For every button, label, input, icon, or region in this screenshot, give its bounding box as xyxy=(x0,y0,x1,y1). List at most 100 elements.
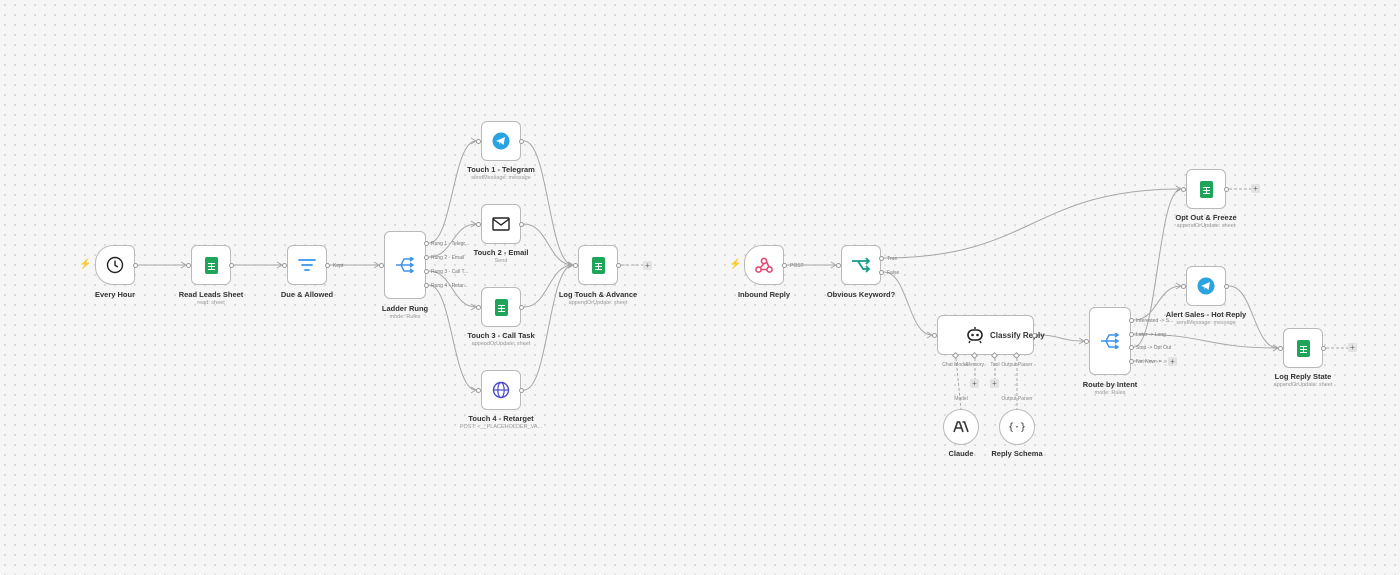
node-label: Route by Intent xyxy=(1082,380,1138,389)
input-port[interactable] xyxy=(476,139,481,144)
output-port[interactable] xyxy=(424,255,429,260)
node-reply-schema[interactable]: {·} xyxy=(999,409,1035,445)
node-ladder-rung[interactable] xyxy=(384,231,426,299)
output-port[interactable] xyxy=(229,263,234,268)
connection-rung-1-to-touch-1[interactable] xyxy=(428,140,477,244)
input-port[interactable] xyxy=(186,263,191,268)
node-subtitle: POST: <__PLACEHOLDER_VA... xyxy=(459,424,543,430)
output-port[interactable] xyxy=(879,256,884,261)
output-port[interactable] xyxy=(1129,345,1134,350)
google-sheets-icon xyxy=(494,298,508,316)
node-route-by-intent[interactable] xyxy=(1089,307,1131,375)
output-port[interactable] xyxy=(424,241,429,246)
output-port[interactable] xyxy=(879,270,884,275)
connection-touch-1-to-log[interactable] xyxy=(523,140,574,266)
output-port[interactable] xyxy=(1321,346,1326,351)
output-port[interactable] xyxy=(424,269,429,274)
telegram-icon xyxy=(1197,277,1215,295)
node-log-touch-advance[interactable] xyxy=(578,245,618,285)
add-node-button[interactable]: + xyxy=(1348,343,1357,352)
node-subtitle: mode: Rules xyxy=(389,314,421,320)
output-label: False xyxy=(887,270,900,276)
add-memory-button[interactable]: + xyxy=(970,379,979,388)
braces-icon: {·} xyxy=(1007,421,1027,433)
add-tool-button[interactable]: + xyxy=(990,379,999,388)
connection-false-to-classify[interactable] xyxy=(883,271,933,336)
node-label: Log Touch & Advance xyxy=(558,290,638,299)
input-port[interactable] xyxy=(476,388,481,393)
output-port[interactable] xyxy=(325,263,330,268)
output-port[interactable] xyxy=(424,283,429,288)
input-port[interactable] xyxy=(476,222,481,227)
output-port[interactable] xyxy=(1129,332,1134,337)
input-port[interactable] xyxy=(932,333,937,338)
output-port[interactable] xyxy=(133,263,138,268)
output-label: Rung 1 - Telegr... xyxy=(431,241,469,247)
node-label: Due & Allowed xyxy=(280,290,334,299)
node-touch-1-telegram[interactable] xyxy=(481,121,521,161)
output-port[interactable] xyxy=(1224,284,1229,289)
switch-icon xyxy=(1100,333,1120,349)
filter-icon xyxy=(298,258,316,272)
input-port[interactable] xyxy=(476,305,481,310)
node-touch-3-call-task[interactable] xyxy=(481,287,521,327)
input-port[interactable] xyxy=(379,263,384,268)
node-claude[interactable] xyxy=(943,409,979,445)
input-port[interactable] xyxy=(282,263,287,268)
node-obvious-keyword[interactable] xyxy=(841,245,881,285)
output-port[interactable] xyxy=(1129,359,1134,364)
input-port[interactable] xyxy=(1181,284,1186,289)
output-port[interactable] xyxy=(519,222,524,227)
output-port[interactable] xyxy=(782,263,787,268)
node-log-reply-state[interactable] xyxy=(1283,328,1323,368)
node-subtitle: sendMessage: message xyxy=(471,175,531,181)
output-label: POST xyxy=(790,263,804,269)
connection-label: Model xyxy=(954,396,968,402)
google-sheets-icon xyxy=(591,256,605,274)
node-label: Alert Sales - Hot Reply xyxy=(1165,310,1247,319)
add-node-button[interactable]: + xyxy=(1168,357,1177,366)
input-port[interactable] xyxy=(1181,187,1186,192)
output-port[interactable] xyxy=(519,305,524,310)
output-port[interactable] xyxy=(519,139,524,144)
node-touch-4-retarget[interactable] xyxy=(481,370,521,410)
add-node-button[interactable]: + xyxy=(1251,184,1260,193)
node-read-leads-sheet[interactable] xyxy=(191,245,231,285)
input-port[interactable] xyxy=(836,263,841,268)
switch-icon xyxy=(395,257,415,273)
node-subtitle: appendOrUpdate: sheet xyxy=(568,300,628,306)
input-port[interactable] xyxy=(1084,339,1089,344)
output-port[interactable] xyxy=(1032,333,1037,338)
output-label: Rung 4 - Retar... xyxy=(431,283,468,289)
input-port[interactable] xyxy=(1278,346,1283,351)
robot-icon xyxy=(966,326,984,344)
node-subtitle: appendOrUpdate: sheet xyxy=(1176,223,1236,229)
node-touch-2-email[interactable] xyxy=(481,204,521,244)
output-port[interactable] xyxy=(616,263,621,268)
node-label: Obvious Keyword? xyxy=(826,290,896,299)
node-due-allowed[interactable] xyxy=(287,245,327,285)
node-classify-reply[interactable]: Classify Reply xyxy=(937,315,1045,355)
output-label: Not Now -> ... xyxy=(1136,359,1167,365)
node-label: Log Reply State xyxy=(1274,372,1332,381)
node-label: Touch 3 - Call Task xyxy=(467,331,535,340)
node-subtitle: sendMessage: message xyxy=(1176,320,1236,326)
node-opt-out-freeze[interactable] xyxy=(1186,169,1226,209)
output-port[interactable] xyxy=(1224,187,1229,192)
node-alert-sales[interactable] xyxy=(1186,266,1226,306)
node-every-hour[interactable] xyxy=(95,245,135,285)
clock-icon xyxy=(106,256,124,274)
connection-touch-4-to-log[interactable] xyxy=(523,264,574,391)
node-label: Opt Out & Freeze xyxy=(1175,213,1237,222)
google-sheets-icon xyxy=(204,256,218,274)
node-label: Ladder Rung xyxy=(381,304,429,313)
globe-icon xyxy=(492,381,510,399)
node-subtitle: appendOrUpdate: sheet xyxy=(1273,382,1333,388)
output-port[interactable] xyxy=(519,388,524,393)
output-port[interactable] xyxy=(1129,318,1134,323)
input-port[interactable] xyxy=(573,263,578,268)
telegram-icon xyxy=(492,132,510,150)
node-inbound-reply[interactable] xyxy=(744,245,784,285)
add-node-button[interactable]: + xyxy=(643,261,652,270)
node-label: Touch 2 - Email xyxy=(473,248,529,257)
